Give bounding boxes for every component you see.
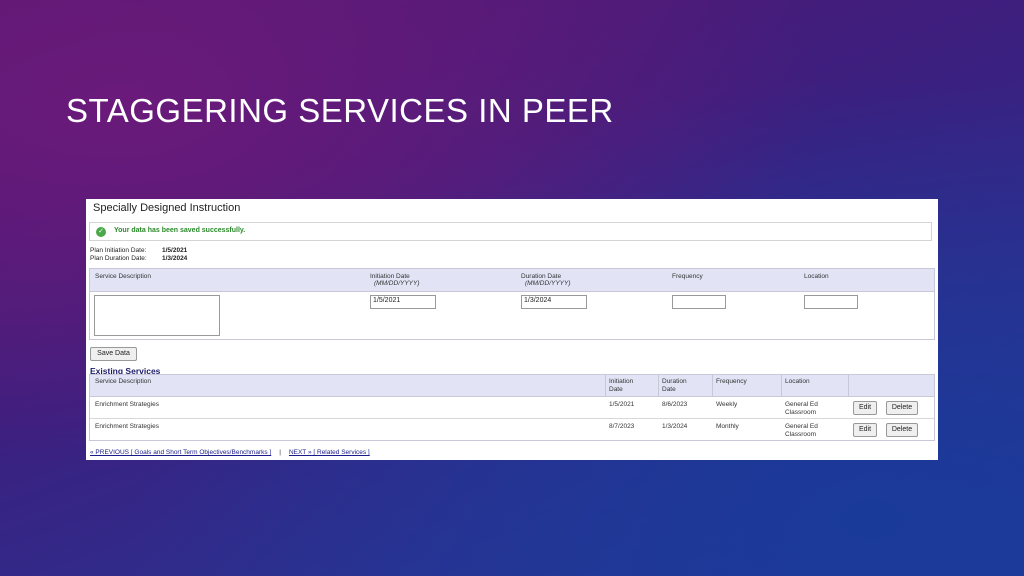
- delete-button[interactable]: Delete: [886, 423, 918, 437]
- header-duration-date: Duration Date: [662, 378, 687, 393]
- column-divider: [658, 375, 659, 397]
- check-circle-icon: ✓: [96, 227, 106, 237]
- plan-dates: Plan Initiation Date: 1/5/2021 Plan Durat…: [90, 247, 187, 263]
- save-data-button[interactable]: Save Data: [90, 347, 137, 361]
- row-description: Enrichment Strategies: [95, 423, 159, 430]
- service-description-textarea[interactable]: [94, 295, 220, 336]
- edit-button[interactable]: Edit: [853, 401, 877, 415]
- column-divider: [605, 375, 606, 397]
- success-message-box: ✓ Your data has been saved successfully.: [89, 222, 932, 241]
- panel-title: Specially Designed Instruction: [93, 202, 241, 214]
- form-header-location: Location: [804, 273, 829, 280]
- row-frequency: Weekly: [716, 401, 738, 408]
- header-frequency: Frequency: [716, 378, 747, 385]
- row-location: General Ed Classroom: [785, 401, 818, 416]
- duration-date-header-label: Duration Date: [521, 273, 562, 280]
- initiation-date-input[interactable]: 1/5/2021: [370, 295, 436, 309]
- existing-table-header: Service Description Initiation Date Dura…: [90, 375, 934, 397]
- column-divider: [848, 375, 849, 397]
- row-description: Enrichment Strategies: [95, 401, 159, 408]
- row-initiation-date: 1/5/2021: [609, 401, 635, 408]
- header-location: Location: [785, 378, 810, 385]
- service-entry-form: Service Description Initiation Date (MM/D…: [89, 268, 935, 340]
- footer-navigation: « PREVIOUS [ Goals and Short Term Object…: [90, 449, 370, 456]
- row-duration-date: 8/6/2023: [662, 401, 688, 408]
- header-initiation-date: Initiation Date: [609, 378, 634, 393]
- form-header-service-description: Service Description: [95, 273, 151, 280]
- row-location: General Ed Classroom: [785, 423, 818, 438]
- initiation-date-header-label: Initiation Date: [370, 273, 410, 280]
- plan-duration-label: Plan Duration Date:: [90, 255, 147, 262]
- row-initiation-date: 8/7/2023: [609, 423, 635, 430]
- plan-initiation-label: Plan Initiation Date:: [90, 247, 147, 254]
- existing-services-table: Service Description Initiation Date Dura…: [89, 374, 935, 441]
- duration-date-format: (MM/DD/YYYY): [525, 280, 571, 287]
- column-divider: [781, 375, 782, 397]
- duration-date-input[interactable]: 1/3/2024: [521, 295, 587, 309]
- initiation-date-format: (MM/DD/YYYY): [374, 280, 420, 287]
- form-header-initiation-date: Initiation Date (MM/DD/YYYY): [370, 273, 420, 287]
- table-row: Enrichment Strategies 1/5/2021 8/6/2023 …: [90, 397, 934, 419]
- plan-duration-value: 1/3/2024: [162, 255, 188, 262]
- previous-link[interactable]: « PREVIOUS [ Goals and Short Term Object…: [90, 449, 271, 456]
- form-header: Service Description Initiation Date (MM/D…: [90, 269, 934, 292]
- nav-separator: |: [279, 449, 281, 456]
- row-frequency: Monthly: [716, 423, 739, 430]
- row-duration-date: 1/3/2024: [662, 423, 688, 430]
- success-message: Your data has been saved successfully.: [114, 227, 246, 234]
- sdi-panel: Specially Designed Instruction ✓ Your da…: [86, 199, 938, 460]
- frequency-input[interactable]: [672, 295, 726, 309]
- form-header-frequency: Frequency: [672, 273, 703, 280]
- header-service-description: Service Description: [95, 378, 151, 385]
- next-link[interactable]: NEXT » [ Related Services ]: [289, 449, 370, 456]
- plan-initiation-value: 1/5/2021: [162, 247, 188, 254]
- table-row: Enrichment Strategies 8/7/2023 1/3/2024 …: [90, 419, 934, 441]
- edit-button[interactable]: Edit: [853, 423, 877, 437]
- form-header-duration-date: Duration Date (MM/DD/YYYY): [521, 273, 571, 287]
- delete-button[interactable]: Delete: [886, 401, 918, 415]
- location-input[interactable]: [804, 295, 858, 309]
- column-divider: [712, 375, 713, 397]
- slide-title: STAGGERING SERVICES IN PEER: [66, 92, 614, 129]
